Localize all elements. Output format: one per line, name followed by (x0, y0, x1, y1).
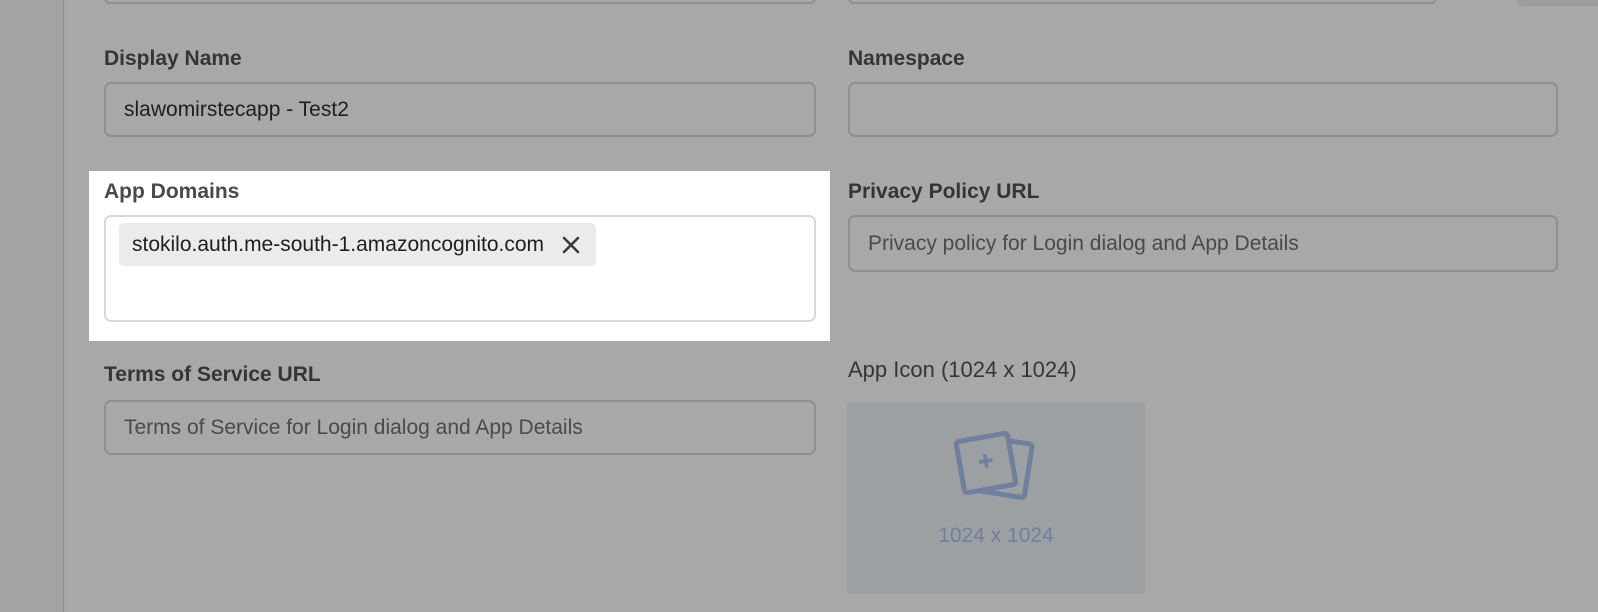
privacy-policy-label: Privacy Policy URL (848, 180, 1040, 203)
display-name-value: slawomirstecapp - Test2 (124, 98, 349, 121)
image-add-icon (950, 427, 1044, 512)
app-domains-input[interactable]: stokilo.auth.me-south-1.amazoncognito.co… (104, 215, 816, 322)
terms-of-service-label: Terms of Service URL (104, 363, 321, 386)
app-icon-size-text: 1024 x 1024 (938, 524, 1054, 547)
terms-of-service-placeholder: Terms of Service for Login dialog and Ap… (124, 416, 583, 439)
domain-tag-label: stokilo.auth.me-south-1.amazoncognito.co… (132, 232, 545, 256)
previous-field-right[interactable] (848, 0, 1437, 4)
domain-tag: stokilo.auth.me-south-1.amazoncognito.co… (119, 223, 597, 266)
previous-button[interactable] (1517, 0, 1598, 6)
terms-of-service-input[interactable]: Terms of Service for Login dialog and Ap… (104, 400, 816, 455)
display-name-input[interactable]: slawomirstecapp - Test2 (104, 82, 816, 137)
app-domains-label: App Domains (104, 180, 240, 203)
app-icon-label: App Icon (1024 x 1024) (848, 357, 1077, 382)
app-icon-upload[interactable]: 1024 x 1024 (847, 402, 1145, 594)
left-sidebar-edge (0, 0, 64, 612)
previous-field-left[interactable] (104, 0, 816, 4)
namespace-input[interactable] (848, 82, 1558, 137)
close-icon[interactable] (560, 234, 582, 256)
namespace-label: Namespace (848, 47, 965, 70)
display-name-label: Display Name (104, 47, 242, 70)
privacy-policy-placeholder: Privacy policy for Login dialog and App … (868, 232, 1299, 255)
privacy-policy-input[interactable]: Privacy policy for Login dialog and App … (848, 215, 1558, 272)
